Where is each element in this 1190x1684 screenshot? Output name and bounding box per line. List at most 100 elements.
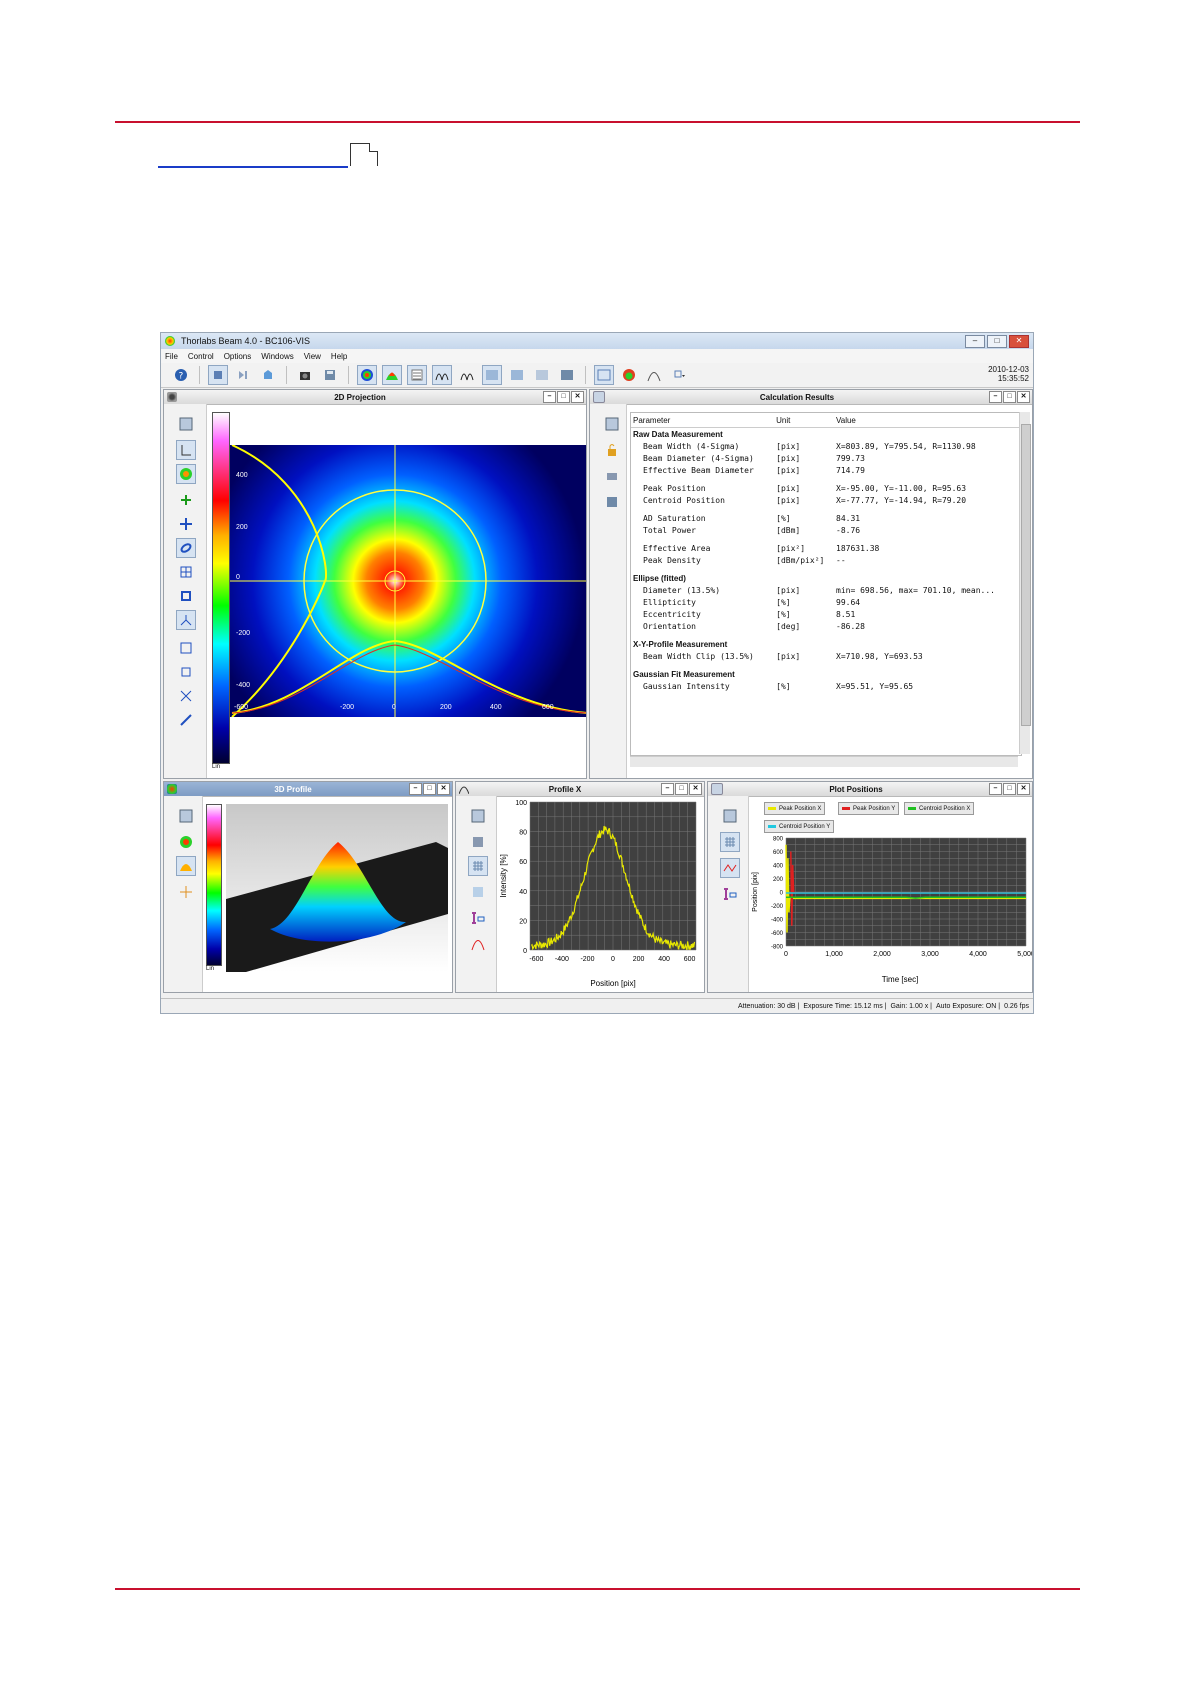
marker-icon[interactable] <box>720 884 740 904</box>
rotate-icon[interactable] <box>176 882 196 902</box>
export-icon[interactable] <box>720 806 740 826</box>
zoom-fit-icon[interactable] <box>468 882 488 902</box>
panel-minimize-button[interactable]: – <box>989 391 1002 403</box>
3d-view-icon[interactable] <box>382 365 402 385</box>
table-row[interactable]: Eccentricity [%] 8.51 <box>631 608 1021 620</box>
2d-view-icon[interactable] <box>357 365 377 385</box>
vertical-scrollbar[interactable] <box>1019 412 1031 754</box>
palette-icon[interactable] <box>176 832 196 852</box>
stop-icon[interactable] <box>208 365 228 385</box>
profile-xy-icon[interactable] <box>432 365 452 385</box>
color-palette-icon[interactable] <box>619 365 639 385</box>
cursor-icon[interactable] <box>176 686 196 706</box>
legend-centroid-position-y[interactable]: Centroid Position Y <box>764 820 835 833</box>
menu-options[interactable]: Options <box>224 352 252 361</box>
zoom-in-icon[interactable] <box>176 638 196 658</box>
menu-help[interactable]: Help <box>331 352 347 361</box>
table-row[interactable]: Effective Area [pix²] 187631.38 <box>631 542 1021 554</box>
legend-peak-position-x[interactable]: Peak Position X <box>764 802 826 815</box>
close-button[interactable]: ✕ <box>1009 334 1029 348</box>
help-icon[interactable]: ? <box>171 365 191 385</box>
table-row[interactable]: Diameter (13.5%) [pix] min= 698.56, max= 7… <box>631 584 1021 596</box>
table-row[interactable]: Peak Density [dBm/pix²] -- <box>631 554 1021 566</box>
panel-close-button[interactable]: ✕ <box>1017 391 1030 403</box>
palette-icon[interactable] <box>176 464 196 484</box>
menu-control[interactable]: Control <box>188 352 214 361</box>
grid-icon[interactable] <box>176 562 196 582</box>
export-icon[interactable] <box>468 806 488 826</box>
panel-restore-button[interactable]: □ <box>557 391 570 403</box>
beam-stability-icon[interactable] <box>532 365 552 385</box>
ellipse-icon[interactable] <box>176 538 196 558</box>
table-row[interactable]: Peak Position [pix] X=-95.00, Y=-11.00, R=… <box>631 482 1021 494</box>
panel-minimize-button[interactable]: – <box>409 783 422 795</box>
m2-icon[interactable] <box>557 365 577 385</box>
save-image-icon[interactable] <box>320 365 340 385</box>
scrollbar-thumb[interactable] <box>1021 424 1031 726</box>
roi-dropdown-icon[interactable] <box>669 365 689 385</box>
table-row[interactable]: AD Saturation [%] 84.31 <box>631 512 1021 524</box>
results-table-icon[interactable] <box>407 365 427 385</box>
panel-restore-button[interactable]: □ <box>675 783 688 795</box>
export-results-icon[interactable] <box>602 414 622 434</box>
gaussian-fit-icon[interactable] <box>644 365 664 385</box>
column-header-value[interactable]: Value <box>834 413 1021 428</box>
zoom-out-icon[interactable] <box>176 662 196 682</box>
camera-icon[interactable] <box>295 365 315 385</box>
panel-close-button[interactable]: ✕ <box>689 783 702 795</box>
save-results-icon[interactable] <box>602 492 622 512</box>
save-icon[interactable] <box>468 832 488 852</box>
legend-centroid-position-x[interactable]: Centroid Position X <box>904 802 975 815</box>
table-row[interactable]: Beam Width (4-Sigma) [pix] X=803.89, Y=795… <box>631 440 1021 452</box>
grid-icon[interactable] <box>720 832 740 852</box>
menu-file[interactable]: File <box>165 352 178 361</box>
roi-icon[interactable] <box>176 586 196 606</box>
power-icon[interactable] <box>507 365 527 385</box>
crosshair-icon[interactable] <box>176 514 196 534</box>
export-icon[interactable] <box>176 414 196 434</box>
surface-icon[interactable] <box>176 856 196 876</box>
panel-restore-button[interactable]: □ <box>423 783 436 795</box>
table-row[interactable]: Total Power [dBm] -8.76 <box>631 524 1021 536</box>
settings-icon[interactable] <box>258 365 278 385</box>
table-row[interactable]: Centroid Position [pix] X=-77.77, Y=-14.94… <box>631 494 1021 506</box>
panel-restore-button[interactable]: □ <box>1003 783 1016 795</box>
table-row[interactable]: Effective Beam Diameter [pix] 714.79 <box>631 464 1021 476</box>
print-icon[interactable] <box>602 466 622 486</box>
table-row[interactable]: Ellipticity [%] 99.64 <box>631 596 1021 608</box>
table-row[interactable]: Beam Diameter (4-Sigma) [pix] 799.73 <box>631 452 1021 464</box>
panel-close-button[interactable]: ✕ <box>437 783 450 795</box>
colorbar-scale-label: Lin <box>212 764 221 770</box>
grid-icon[interactable] <box>468 856 488 876</box>
trend-icon[interactable] <box>720 858 740 878</box>
panel-close-button[interactable]: ✕ <box>571 391 584 403</box>
legend-peak-position-y[interactable]: Peak Position Y <box>838 802 900 815</box>
export-icon[interactable] <box>176 806 196 826</box>
add-marker-icon[interactable] <box>176 490 196 510</box>
auto-exposure-icon[interactable] <box>594 365 614 385</box>
minimize-button[interactable]: – <box>965 334 985 348</box>
menu-view[interactable]: View <box>304 352 321 361</box>
menu-windows[interactable]: Windows <box>261 352 293 361</box>
gaussian-icon[interactable] <box>468 934 488 954</box>
marker-icon[interactable] <box>468 908 488 928</box>
panel-minimize-button[interactable]: – <box>543 391 556 403</box>
panel-close-button[interactable]: ✕ <box>1017 783 1030 795</box>
single-shot-icon[interactable] <box>233 365 253 385</box>
column-header-unit[interactable]: Unit <box>774 413 835 428</box>
maximize-button[interactable]: □ <box>987 334 1007 348</box>
profile-icon[interactable] <box>457 365 477 385</box>
panel-minimize-button[interactable]: – <box>989 783 1002 795</box>
horizontal-scrollbar[interactable] <box>630 756 1018 767</box>
position-icon[interactable] <box>482 365 502 385</box>
lock-icon[interactable] <box>602 440 622 460</box>
table-row[interactable]: Gaussian Intensity [%] X=95.51, Y=95.65 <box>631 680 1021 692</box>
table-row[interactable]: Orientation [deg] -86.28 <box>631 620 1021 632</box>
pan-icon[interactable] <box>176 710 196 730</box>
axes-icon[interactable] <box>176 440 196 460</box>
column-header-parameter[interactable]: Parameter <box>631 413 775 428</box>
table-row[interactable]: Beam Width Clip (13.5%) [pix] X=710.98, Y=… <box>631 650 1021 662</box>
panel-restore-button[interactable]: □ <box>1003 391 1016 403</box>
panel-minimize-button[interactable]: – <box>661 783 674 795</box>
profile-cut-icon[interactable] <box>176 610 196 630</box>
